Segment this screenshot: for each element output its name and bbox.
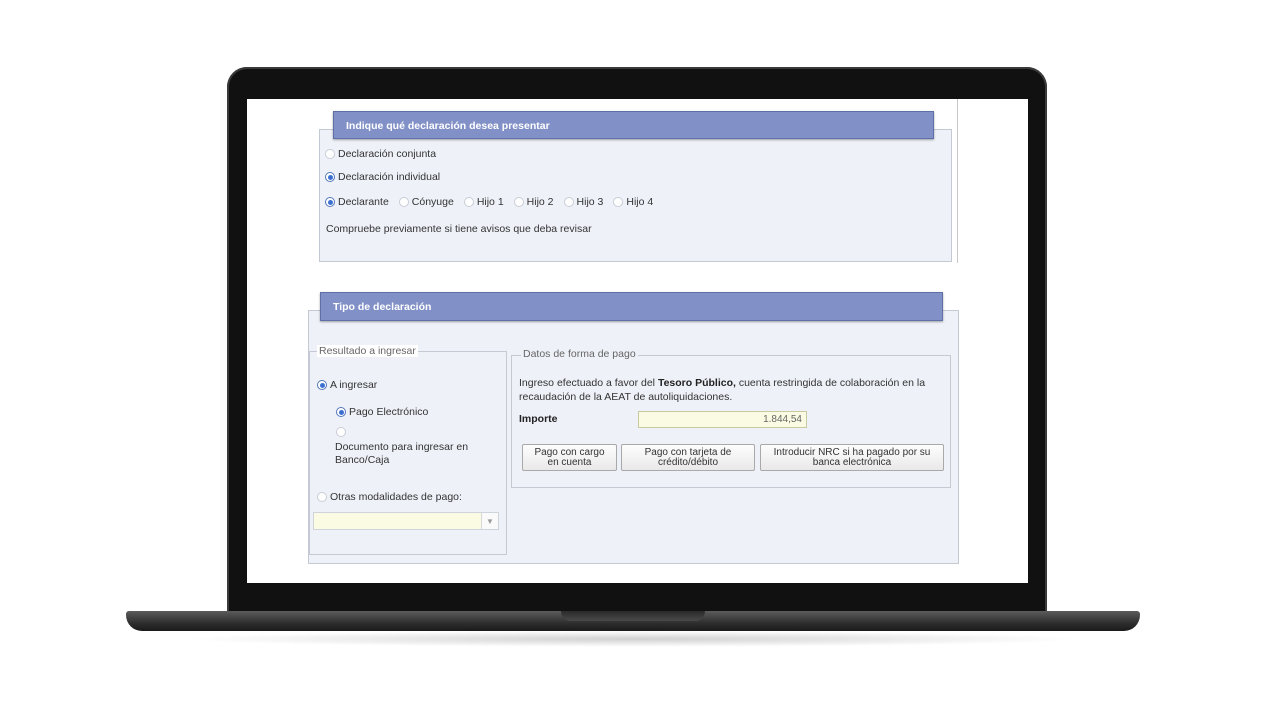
- pago-cargo-cuenta-label: Pago con cargo en cuenta: [534, 446, 605, 468]
- laptop-notch: [561, 611, 705, 621]
- otras-modalidades-select[interactable]: ▼: [313, 512, 499, 530]
- ingreso-text-bold: Tesoro Público,: [657, 377, 736, 389]
- option-individual[interactable]: Declaración individual: [325, 171, 440, 183]
- introducir-nrc-button[interactable]: Introducir NRC si ha pagado por su banca…: [760, 444, 944, 471]
- option-conjunta-label: Declaración conjunta: [338, 148, 437, 160]
- chevron-down-icon[interactable]: ▼: [481, 513, 498, 529]
- radio-hijo-4[interactable]: [613, 197, 624, 207]
- avisos-notice: Compruebe previamente si tiene avisos qu…: [326, 223, 592, 235]
- pago-tarjeta-button[interactable]: Pago con tarjeta de crédito/débito: [621, 444, 755, 471]
- person-hijo-4-label: Hijo 4: [626, 196, 654, 208]
- person-hijo-2[interactable]: Hijo 2: [513, 196, 554, 208]
- divider: [957, 99, 958, 263]
- radio-a-ingresar[interactable]: [317, 380, 327, 390]
- importe-label: Importe: [519, 413, 558, 425]
- radio-conjunta[interactable]: [325, 149, 335, 159]
- ingreso-text-start: Ingreso efectuado a favor del: [519, 377, 658, 389]
- person-hijo-3-label: Hijo 3: [576, 196, 604, 208]
- laptop-screen: Indique qué declaración desea presentar …: [247, 99, 1028, 583]
- option-documento[interactable]: [336, 427, 349, 437]
- person-hijo-2-label: Hijo 2: [526, 196, 554, 208]
- person-hijo-1-label: Hijo 1: [476, 196, 504, 208]
- radio-otras[interactable]: [317, 492, 327, 502]
- tipo-panel-header: Tipo de declaración: [320, 292, 943, 321]
- radio-hijo-3[interactable]: [563, 197, 574, 207]
- radio-individual[interactable]: [325, 172, 335, 182]
- radio-documento[interactable]: [336, 427, 346, 437]
- person-declarante[interactable]: Declarante: [325, 196, 389, 208]
- declaracion-panel-header: Indique qué declaración desea presentar: [333, 111, 934, 139]
- option-otras-label: Otras modalidades de pago:: [330, 491, 462, 503]
- radio-hijo-2[interactable]: [513, 197, 524, 207]
- person-hijo-1[interactable]: Hijo 1: [463, 196, 504, 208]
- person-conyuge[interactable]: Cónyuge: [398, 196, 454, 208]
- option-pago-electronico-label: Pago Electrónico: [349, 406, 429, 418]
- importe-field: 1.844,54: [638, 411, 807, 428]
- option-conjunta[interactable]: Declaración conjunta: [325, 148, 436, 160]
- radio-hijo-1[interactable]: [463, 197, 474, 207]
- person-hijo-4[interactable]: Hijo 4: [613, 196, 653, 208]
- ingreso-description: Ingreso efectuado a favor del Tesoro Púb…: [519, 376, 944, 404]
- option-documento-label: Documento para ingresar en Banco/Caja: [335, 441, 469, 466]
- radio-conyuge[interactable]: [398, 197, 409, 207]
- laptop-shadow: [180, 631, 1086, 647]
- person-selector: Declarante Cónyuge Hijo 1 Hijo 2 Hijo 3 …: [325, 196, 663, 208]
- option-otras[interactable]: Otras modalidades de pago:: [317, 491, 462, 503]
- resultado-legend: Resultado a ingresar: [317, 345, 418, 357]
- option-a-ingresar-label: A ingresar: [330, 379, 378, 391]
- option-a-ingresar[interactable]: A ingresar: [317, 379, 377, 391]
- radio-declarante[interactable]: [325, 197, 335, 207]
- option-pago-electronico[interactable]: Pago Electrónico: [336, 406, 428, 418]
- pago-cargo-cuenta-button[interactable]: Pago con cargo en cuenta: [522, 444, 617, 471]
- pago-tarjeta-label: Pago con tarjeta de crédito/débito: [644, 446, 732, 468]
- person-declarante-label: Declarante: [338, 196, 389, 208]
- option-individual-label: Declaración individual: [338, 171, 441, 183]
- radio-pago-electronico[interactable]: [336, 407, 346, 417]
- person-conyuge-label: Cónyuge: [411, 196, 454, 208]
- introducir-nrc-label: Introducir NRC si ha pagado por su banca…: [773, 446, 931, 468]
- forma-pago-legend: Datos de forma de pago: [521, 348, 638, 360]
- person-hijo-3[interactable]: Hijo 3: [563, 196, 604, 208]
